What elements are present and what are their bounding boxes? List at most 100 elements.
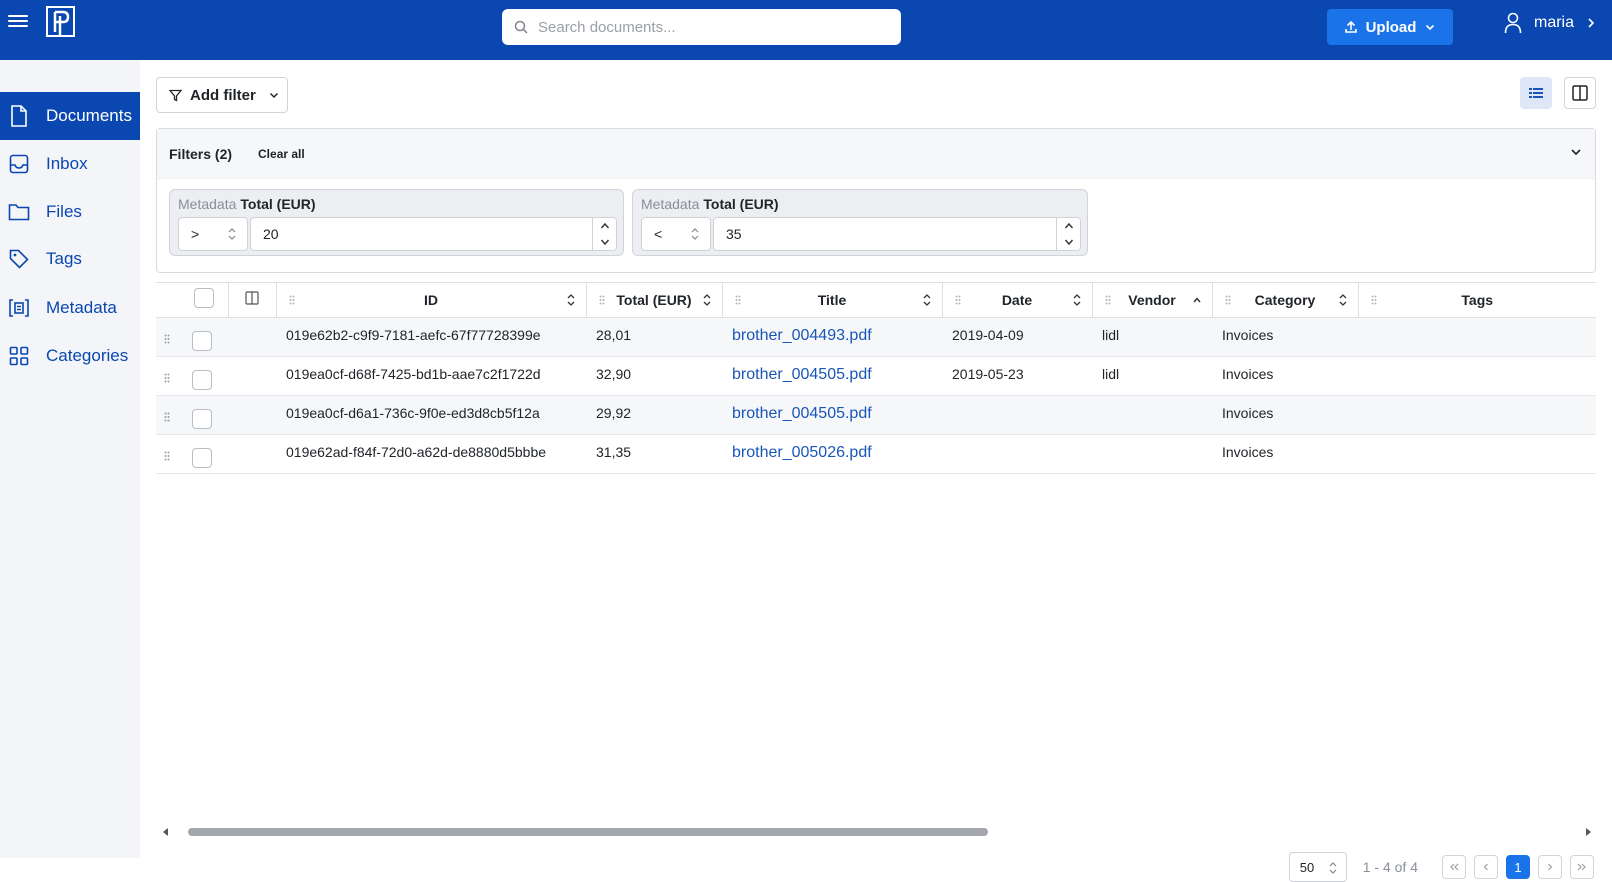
scrollbar-thumb[interactable]	[188, 828, 988, 836]
table-row[interactable]: 019ea0cf-d68f-7425-bd1b-aae7c2f1722d 32,…	[156, 356, 1596, 396]
table-row[interactable]: 019ea0cf-d6a1-736c-9f0e-ed3d8cb5f12a 29,…	[156, 395, 1596, 435]
first-page-button[interactable]	[1442, 855, 1466, 879]
select-all-cell	[156, 283, 229, 318]
page-button-current[interactable]: 1	[1506, 855, 1530, 879]
drag-handle-icon[interactable]	[164, 451, 170, 461]
tag-icon	[8, 248, 30, 270]
drag-handle-icon[interactable]	[164, 412, 170, 422]
row-checkbox[interactable]	[192, 447, 212, 468]
sidebar-item-label: Metadata	[46, 298, 117, 317]
last-page-button[interactable]	[1570, 855, 1594, 879]
select-all-checkbox[interactable]	[193, 288, 214, 309]
cell-id: 019ea0cf-d68f-7425-bd1b-aae7c2f1722d	[276, 356, 586, 396]
columns-icon[interactable]	[245, 291, 259, 305]
value-input[interactable]	[251, 226, 592, 242]
sidebar-item-inbox[interactable]: Inbox	[0, 140, 140, 188]
sort-icon[interactable]	[566, 293, 576, 307]
column-header-tags[interactable]: Tags	[1358, 283, 1596, 318]
drag-handle-icon[interactable]	[599, 295, 605, 305]
page-size-select[interactable]: 50	[1288, 852, 1347, 882]
filters-header[interactable]: Filters (2) Clear all	[157, 129, 1595, 179]
value-field[interactable]	[713, 217, 1081, 251]
row-checkbox[interactable]	[192, 330, 212, 351]
chevron-down-icon	[269, 92, 278, 99]
drag-handle-icon[interactable]	[164, 373, 170, 383]
value-field[interactable]	[250, 217, 617, 251]
row-checkbox[interactable]	[192, 369, 212, 390]
menu-icon[interactable]	[8, 12, 28, 32]
cell-date: 2019-05-23	[942, 356, 1092, 396]
sort-ascending-icon[interactable]	[1192, 293, 1202, 307]
cell-category: Invoices	[1212, 356, 1358, 396]
scroll-right-icon[interactable]	[1584, 828, 1592, 836]
document-title-link[interactable]: brother_005026.pdf	[732, 444, 872, 461]
document-title-link[interactable]: brother_004505.pdf	[732, 405, 872, 422]
cell-total: 29,92	[586, 395, 722, 435]
column-header-date[interactable]: Date	[942, 283, 1093, 318]
sort-icon[interactable]	[1338, 293, 1348, 307]
prev-page-button[interactable]	[1474, 855, 1498, 879]
column-header-category[interactable]: Category	[1212, 283, 1359, 318]
sidebar-item-documents[interactable]: Documents	[0, 92, 140, 140]
chevron-up-icon[interactable]	[600, 222, 610, 230]
document-title-link[interactable]: brother_004493.pdf	[732, 327, 872, 344]
operator-select[interactable]: >	[178, 217, 248, 251]
cell-vendor: lidl	[1092, 356, 1212, 396]
search-input[interactable]	[538, 18, 878, 36]
grid-icon	[8, 345, 30, 367]
number-stepper[interactable]	[592, 218, 616, 250]
upload-button[interactable]: Upload	[1327, 9, 1453, 45]
next-page-button[interactable]	[1538, 855, 1562, 879]
column-header-id[interactable]: ID	[276, 283, 587, 318]
scroll-left-icon[interactable]	[162, 828, 170, 836]
sidebar-item-tags[interactable]: Tags	[0, 235, 140, 283]
sidebar-item-label: Inbox	[46, 154, 88, 173]
split-view-button[interactable]	[1564, 77, 1596, 109]
drag-handle-icon[interactable]	[1225, 295, 1231, 305]
sort-icon[interactable]	[702, 293, 712, 307]
column-header-total[interactable]: Total (EUR)	[586, 283, 723, 318]
column-header-title[interactable]: Title	[722, 283, 943, 318]
chevron-down-icon[interactable]	[1064, 238, 1074, 246]
sidebar-item-files[interactable]: Files	[0, 188, 140, 236]
upload-icon	[1344, 20, 1357, 33]
search-icon	[514, 20, 528, 34]
clear-all-button[interactable]: Clear all	[258, 147, 305, 161]
horizontal-scrollbar[interactable]	[156, 826, 1596, 838]
select-chevron-icon	[1329, 862, 1337, 874]
cell-date	[942, 395, 1092, 435]
add-filter-button[interactable]: Add filter	[156, 77, 288, 113]
drag-handle-icon[interactable]	[1371, 295, 1377, 305]
page-size-value: 50	[1299, 859, 1315, 875]
chevron-up-icon[interactable]	[1064, 222, 1074, 230]
search-bar[interactable]	[502, 9, 901, 45]
list-view-button[interactable]	[1520, 77, 1552, 109]
value-input[interactable]	[714, 226, 1056, 242]
drag-handle-icon[interactable]	[955, 295, 961, 305]
operator-select[interactable]: <	[641, 217, 711, 251]
column-label: Vendor	[1128, 291, 1176, 308]
cell-id: 019e62ad-f84f-72d0-a62d-de8880d5bbbe	[276, 434, 586, 474]
drag-handle-icon[interactable]	[735, 295, 741, 305]
drag-handle-icon[interactable]	[1105, 295, 1111, 305]
chevron-down-icon[interactable]	[600, 238, 610, 246]
column-header-vendor[interactable]: Vendor	[1092, 283, 1213, 318]
column-label: ID	[424, 291, 438, 308]
user-menu[interactable]: maria	[1504, 12, 1596, 34]
chevron-down-icon[interactable]	[1569, 145, 1583, 159]
main-content: Add filter Filters (2) Clear all Metadat…	[140, 60, 1612, 882]
table-row[interactable]: 019e62b2-c9f9-7181-aefc-67f77728399e 28,…	[156, 317, 1596, 357]
drag-handle-icon[interactable]	[164, 334, 170, 344]
document-title-link[interactable]: brother_004505.pdf	[732, 366, 872, 383]
sort-icon[interactable]	[1072, 293, 1082, 307]
sort-icon[interactable]	[922, 293, 932, 307]
cell-title: brother_004493.pdf	[722, 317, 942, 357]
row-checkbox[interactable]	[192, 408, 212, 429]
drag-handle-icon[interactable]	[289, 295, 295, 305]
number-stepper[interactable]	[1056, 218, 1080, 250]
app-logo[interactable]	[46, 6, 76, 38]
sidebar-item-categories[interactable]: Categories	[0, 332, 140, 380]
chevron-left-icon	[1483, 863, 1488, 871]
table-row[interactable]: 019e62ad-f84f-72d0-a62d-de8880d5bbbe 31,…	[156, 434, 1596, 474]
sidebar-item-metadata[interactable]: Metadata	[0, 284, 140, 332]
